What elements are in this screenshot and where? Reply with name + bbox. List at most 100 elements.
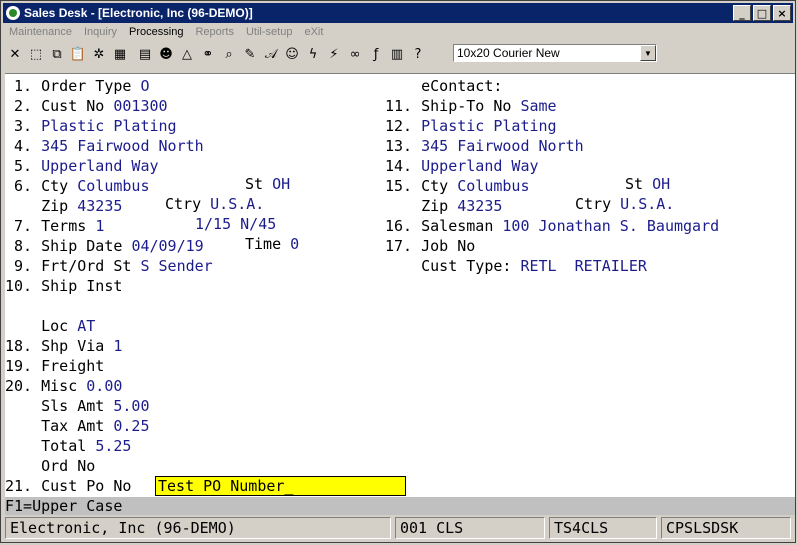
field-value[interactable]: 0.25 xyxy=(113,417,149,435)
field-label: Tax Amt xyxy=(5,417,105,435)
terminal-screen: 1. Order Type O 2. Cust No 001300 3. Pla… xyxy=(5,73,795,498)
field-label: Zip xyxy=(5,197,69,215)
field-label: 11. Ship-To No xyxy=(385,97,512,115)
quick-action-icon[interactable]: ⚡ xyxy=(324,44,344,64)
notes-icon[interactable]: ▤ xyxy=(135,44,155,64)
alert-icon[interactable]: △ xyxy=(177,44,197,64)
field-value[interactable]: Plastic Plating xyxy=(41,117,176,135)
field-label: 6. Cty xyxy=(5,177,69,195)
minimize-button[interactable]: _ xyxy=(733,5,751,21)
field-value[interactable]: 43235 xyxy=(77,197,122,215)
po-label: 21. Cust Po No xyxy=(5,477,132,495)
field-value[interactable]: Columbus xyxy=(457,177,529,195)
binoculars-icon[interactable]: ⚭ xyxy=(198,44,218,64)
field-value[interactable]: Same xyxy=(520,97,556,115)
field-label: 5. xyxy=(5,157,33,175)
properties-icon[interactable]: ▦ xyxy=(110,44,130,64)
menu-reports[interactable]: Reports xyxy=(189,24,240,42)
field-value[interactable]: 001300 xyxy=(113,97,167,115)
field-value[interactable]: O xyxy=(140,77,149,95)
menu-processing[interactable]: Processing xyxy=(123,24,189,42)
field-label: 19. Freight xyxy=(5,357,105,375)
field-label: 9. Frt/Ord St xyxy=(5,257,132,275)
cancel-icon[interactable]: ✕ xyxy=(5,44,25,64)
help-line: F1=Upper Case xyxy=(5,497,795,515)
field-value[interactable]: Plastic Plating xyxy=(421,117,556,135)
terms-desc: 1/15 N/45 xyxy=(195,215,277,233)
field-value[interactable]: 1 xyxy=(113,337,122,355)
form-row: Zip 43235 xyxy=(385,196,502,216)
macro-icon[interactable]: ✎ xyxy=(240,44,260,64)
field-value[interactable]: 345 Fairwood North xyxy=(41,137,204,155)
status-terminal: TS4CLS xyxy=(549,517,657,539)
field-value[interactable]: 04/09/19 xyxy=(131,237,203,255)
form-row: 13. 345 Fairwood North xyxy=(385,136,584,156)
form-row: Total 5.25 xyxy=(5,436,131,456)
chevron-down-icon[interactable]: ▼ xyxy=(640,45,656,61)
form-row: 2. Cust No 001300 xyxy=(5,96,168,116)
field-value[interactable]: Columbus xyxy=(77,177,149,195)
field-label: Ord No xyxy=(5,457,96,475)
window-title: Sales Desk - [Electronic, Inc (96-DEMO)] xyxy=(24,6,253,20)
menu-util-setup[interactable]: Util-setup xyxy=(240,24,298,42)
ship-state: St OH xyxy=(625,175,671,193)
font-select[interactable]: 10x20 Courier New ▼ xyxy=(453,44,657,62)
form-row: 5. Upperland Way xyxy=(5,156,159,176)
time-label: Time 0 xyxy=(245,235,300,253)
field-label: 12. xyxy=(385,117,413,135)
field-value[interactable]: S Sender xyxy=(140,257,212,275)
form-row: Cust Type: RETL RETAILER xyxy=(385,256,647,276)
field-label: Cust Type: xyxy=(385,257,512,275)
status-program: CPSLSDSK xyxy=(661,517,791,539)
help-icon[interactable]: ? xyxy=(408,44,428,64)
font-select-value: 10x20 Courier New xyxy=(457,46,560,60)
form-row: 9. Frt/Ord St S Sender xyxy=(5,256,213,276)
app-window: Sales Desk - [Electronic, Inc (96-DEMO)]… xyxy=(0,0,796,543)
field-value[interactable]: 0.00 xyxy=(86,377,122,395)
field-value[interactable]: 100 Jonathan S. Baumgard xyxy=(502,217,719,235)
cust-po-input[interactable]: Test PO Number_ xyxy=(155,476,406,496)
form-row: 1. Order Type O xyxy=(5,76,149,96)
menu-inquiry[interactable]: Inquiry xyxy=(78,24,123,42)
form-row: Sls Amt 5.00 xyxy=(5,396,149,416)
form-row: 12. Plastic Plating xyxy=(385,116,557,136)
field-value[interactable]: 5.25 xyxy=(95,437,131,455)
form-row: 3. Plastic Plating xyxy=(5,116,177,136)
maximize-button[interactable]: □ xyxy=(753,5,771,21)
link-icon[interactable]: ∞ xyxy=(345,44,365,64)
field-label: Total xyxy=(5,437,87,455)
field-value[interactable]: Upperland Way xyxy=(421,157,538,175)
field-value[interactable]: Upperland Way xyxy=(41,157,158,175)
field-value[interactable]: 43235 xyxy=(457,197,502,215)
close-button[interactable]: × xyxy=(773,5,791,21)
field-value[interactable]: 345 Fairwood North xyxy=(421,137,584,155)
settings-icon[interactable]: ✲ xyxy=(89,44,109,64)
status-company: Electronic, Inc (96-DEMO) xyxy=(5,517,391,539)
menu-maintenance[interactable]: Maintenance xyxy=(3,24,78,42)
contact-icon[interactable]: ☺ xyxy=(282,44,302,64)
document-icon[interactable]: ▥ xyxy=(387,44,407,64)
field-value[interactable]: RETL RETAILER xyxy=(520,257,646,275)
field-value[interactable]: 1 xyxy=(95,217,104,235)
title-bar: Sales Desk - [Electronic, Inc (96-DEMO)]… xyxy=(3,3,793,23)
lightning-icon[interactable]: ϟ xyxy=(303,44,323,64)
field-label: 14. xyxy=(385,157,413,175)
field-value[interactable]: AT xyxy=(77,317,95,335)
function-icon[interactable]: ƒ xyxy=(366,44,386,64)
user-icon[interactable]: ☻ xyxy=(156,44,176,64)
form-row: 18. Shp Via 1 xyxy=(5,336,122,356)
menu-exit[interactable]: eXit xyxy=(298,24,329,42)
field-label: Loc xyxy=(5,317,69,335)
form-row: 19. Freight xyxy=(5,356,113,376)
zoom-icon[interactable]: ⌕ xyxy=(219,44,239,64)
field-value[interactable]: 5.00 xyxy=(113,397,149,415)
select-icon[interactable]: ⬚ xyxy=(26,44,46,64)
app-icon xyxy=(6,6,20,20)
paste-icon[interactable]: 📋 xyxy=(68,44,88,64)
form-row: 7. Terms 1 xyxy=(5,216,104,236)
font-icon[interactable]: 𝒜 xyxy=(261,44,281,64)
field-label: 1. Order Type xyxy=(5,77,132,95)
field-label: 8. Ship Date xyxy=(5,237,123,255)
copy-icon[interactable]: ⧉ xyxy=(47,44,67,64)
form-row: Zip 43235 xyxy=(5,196,122,216)
